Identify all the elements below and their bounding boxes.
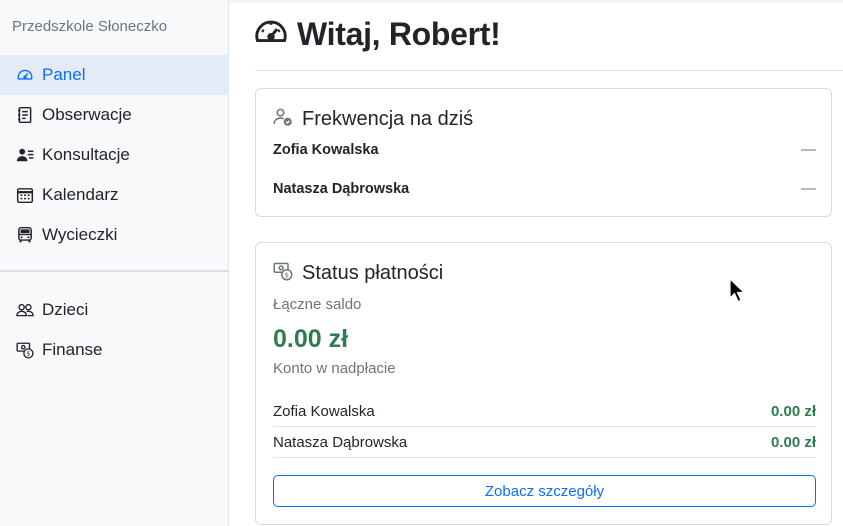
- child-name: Natasza Dąbrowska: [273, 180, 410, 197]
- sidebar-item-label: Obserwacje: [42, 105, 132, 124]
- view-details-button[interactable]: Zobacz szczegóły: [273, 475, 816, 507]
- speedometer-icon: [16, 66, 34, 84]
- cash-coin-icon: $: [16, 341, 34, 359]
- speedometer-icon: [253, 14, 297, 55]
- sidebar-item-wycieczki[interactable]: Wycieczki: [0, 215, 229, 255]
- sidebar-item-kalendarz[interactable]: Kalendarz: [0, 175, 229, 215]
- attendance-card: Frekwencja na dziś Zofia Kowalska — Nata…: [255, 88, 832, 217]
- sidebar-item-dzieci[interactable]: Dzieci: [0, 290, 229, 330]
- sidebar-item-label: Finanse: [42, 340, 103, 359]
- sidebar: Przedszkole Słoneczko Panel Obserwacje K…: [0, 0, 229, 526]
- child-name: Zofia Kowalska: [273, 141, 379, 158]
- person-check-icon: [273, 107, 302, 132]
- header-divider: [255, 70, 843, 71]
- sidebar-item-label: Dzieci: [42, 300, 89, 319]
- attendance-card-header: Frekwencja na dziś: [273, 107, 473, 132]
- sidebar-item-label: Kalendarz: [42, 185, 119, 204]
- payments-card-header: $ Status płatności: [273, 261, 443, 286]
- sidebar-item-konsultacje[interactable]: Konsultacje: [0, 135, 229, 175]
- sidebar-item-panel[interactable]: Panel: [0, 55, 229, 95]
- attendance-status: —: [801, 180, 816, 197]
- child-name: Zofia Kowalska: [273, 402, 375, 420]
- main-nav: Panel Obserwacje Konsultacje Kalendarz W…: [0, 55, 229, 255]
- payment-amount: 0.00 zł: [770, 402, 816, 420]
- mouse-cursor-icon: [729, 278, 746, 303]
- child-name: Natasza Dąbrowska: [273, 433, 408, 451]
- balance-note: Konto w nadpłacie: [273, 360, 396, 377]
- payment-row: Natasza Dąbrowska 0.00 zł: [273, 427, 816, 458]
- calendar-icon: [16, 186, 34, 204]
- balance-amount: 0.00 zł: [273, 325, 349, 353]
- attendance-status: —: [801, 141, 816, 158]
- person-lines-icon: [16, 146, 34, 164]
- secondary-nav: Dzieci $ Finanse: [0, 290, 229, 370]
- top-border: [229, 0, 843, 3]
- attendance-card-title: Frekwencja na dziś: [302, 108, 474, 130]
- journal-icon: [16, 106, 34, 124]
- sidebar-item-label: Wycieczki: [42, 225, 118, 244]
- brand-name: Przedszkole Słoneczko: [12, 18, 168, 35]
- sidebar-item-label: Konsultacje: [42, 145, 130, 164]
- cash-coin-icon: $: [273, 261, 302, 286]
- sidebar-item-obserwacje[interactable]: Obserwacje: [0, 95, 229, 135]
- sidebar-item-label: Panel: [42, 65, 86, 84]
- attendance-row: Natasza Dąbrowska —: [273, 180, 816, 197]
- payment-row: Zofia Kowalska 0.00 zł: [273, 396, 816, 427]
- main-content: Witaj, Robert! Frekwencja na dziś Zofia …: [229, 0, 843, 526]
- people-icon: [16, 301, 34, 319]
- sidebar-divider: [0, 270, 229, 272]
- page-title: Witaj, Robert!: [297, 16, 501, 52]
- page-header: Witaj, Robert!: [253, 14, 501, 55]
- sidebar-item-finanse[interactable]: $ Finanse: [0, 330, 229, 370]
- svg-text:$: $: [26, 351, 30, 358]
- bus-icon: [16, 226, 34, 244]
- svg-text:$: $: [285, 271, 289, 279]
- payment-amount: 0.00 zł: [770, 433, 816, 451]
- attendance-row: Zofia Kowalska —: [273, 141, 816, 158]
- balance-label: Łączne saldo: [273, 296, 362, 313]
- payments-card-title: Status płatności: [302, 262, 444, 284]
